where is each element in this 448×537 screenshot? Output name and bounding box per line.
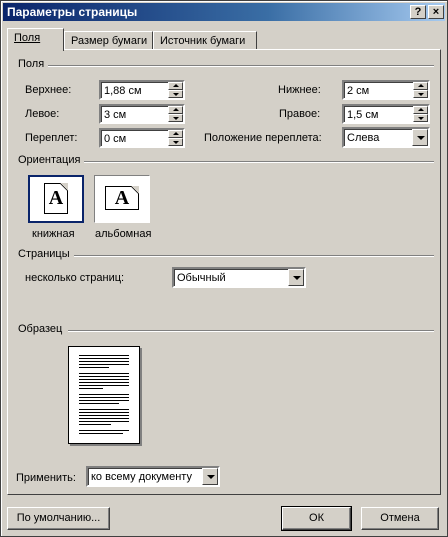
multiple-pages-label: несколько страниц: [25, 272, 125, 284]
section-divider [84, 161, 434, 163]
spin-down-button[interactable] [168, 114, 183, 122]
bottom-margin-spinner[interactable]: 2 см [342, 80, 430, 100]
button-label: По умолчанию... [16, 512, 101, 524]
help-button[interactable]: ? [410, 5, 426, 19]
tab-paper-source[interactable]: Источник бумаги [153, 31, 257, 51]
right-margin-spinner[interactable]: 1,5 см [342, 104, 430, 124]
right-margin-value: 1,5 см [347, 109, 379, 121]
arrow-down-icon [173, 117, 179, 120]
preview-section-label: Образец [18, 323, 67, 335]
portrait-page-icon: A [44, 183, 68, 214]
top-margin-spinner[interactable]: 1,88 см [99, 80, 185, 100]
help-icon: ? [414, 6, 422, 18]
spin-up-button[interactable] [413, 82, 428, 90]
chevron-down-icon [417, 136, 425, 140]
tab-margins[interactable]: Поля [7, 28, 64, 51]
spin-up-button[interactable] [168, 130, 183, 138]
spin-up-button[interactable] [168, 82, 183, 90]
spin-down-button[interactable] [413, 114, 428, 122]
section-divider [42, 65, 434, 67]
spin-down-button[interactable] [413, 90, 428, 98]
tab-label: Источник бумаги [160, 35, 246, 47]
gutter-position-value: Слева [347, 132, 380, 144]
ok-button[interactable]: ОК [281, 506, 352, 531]
arrow-up-icon [418, 84, 424, 87]
orientation-section-label: Ориентация [18, 154, 85, 166]
top-margin-value: 1,88 см [104, 85, 142, 97]
portrait-option[interactable]: A [28, 175, 84, 223]
margins-section-label: Поля [18, 58, 49, 70]
arrow-down-icon [418, 117, 424, 120]
apply-to-select[interactable]: ко всему документу [86, 466, 220, 487]
gutter-label: Переплет: [25, 132, 78, 144]
arrow-down-icon [418, 93, 424, 96]
gutter-position-select[interactable]: Слева [342, 127, 430, 148]
bottom-margin-value: 2 см [347, 85, 370, 97]
arrow-down-icon [173, 141, 179, 144]
close-icon: × [432, 6, 440, 18]
landscape-option[interactable]: A [94, 175, 150, 223]
chevron-down-icon [207, 475, 215, 479]
arrow-up-icon [173, 132, 179, 135]
gutter-position-label: Положение переплета: [204, 132, 322, 144]
pages-section-label: Страницы [18, 248, 74, 260]
spin-down-button[interactable] [168, 138, 183, 146]
portrait-label: книжная [32, 228, 75, 240]
gutter-spinner[interactable]: 0 см [99, 128, 185, 148]
multiple-pages-value: Обычный [177, 272, 226, 284]
chevron-down-icon [293, 276, 301, 280]
dropdown-button[interactable] [202, 468, 218, 485]
spin-down-button[interactable] [168, 90, 183, 98]
arrow-up-icon [173, 84, 179, 87]
cancel-button[interactable]: Отмена [361, 507, 439, 530]
button-label: ОК [309, 512, 324, 524]
tab-label: Поля [14, 32, 41, 44]
tab-paper-size[interactable]: Размер бумаги [64, 31, 153, 51]
left-margin-label: Левое: [25, 108, 60, 120]
tab-label: Размер бумаги [71, 35, 148, 47]
arrow-up-icon [418, 108, 424, 111]
multiple-pages-select[interactable]: Обычный [172, 267, 306, 288]
spin-up-button[interactable] [413, 106, 428, 114]
dropdown-button[interactable] [288, 269, 304, 286]
close-button[interactable]: × [428, 5, 444, 19]
dropdown-button[interactable] [412, 129, 428, 146]
arrow-down-icon [173, 93, 179, 96]
apply-to-value: ко всему документу [91, 471, 192, 483]
preview-page [68, 346, 140, 444]
tab-panel-margins: Поля Верхнее: 1,88 см Нижнее: 2 см Левое… [7, 49, 441, 495]
section-divider [72, 255, 434, 257]
right-margin-label: Правое: [279, 108, 321, 120]
apply-to-label: Применить: [16, 472, 76, 484]
button-label: Отмена [380, 512, 420, 524]
gutter-value: 0 см [104, 133, 127, 145]
top-margin-label: Верхнее: [25, 84, 72, 96]
title-bar[interactable]: Параметры страницы ? × [3, 3, 445, 21]
bottom-margin-label: Нижнее: [278, 84, 321, 96]
landscape-label: альбомная [95, 228, 152, 240]
landscape-page-icon: A [105, 186, 139, 210]
set-default-button[interactable]: По умолчанию... [7, 507, 110, 530]
section-divider [68, 330, 434, 332]
left-margin-spinner[interactable]: 3 см [99, 104, 185, 124]
arrow-up-icon [173, 108, 179, 111]
page-setup-dialog: Параметры страницы ? × Поля Размер бумаг… [0, 0, 448, 537]
left-margin-value: 3 см [104, 109, 127, 121]
spin-up-button[interactable] [168, 106, 183, 114]
dialog-title: Параметры страницы [7, 5, 138, 19]
